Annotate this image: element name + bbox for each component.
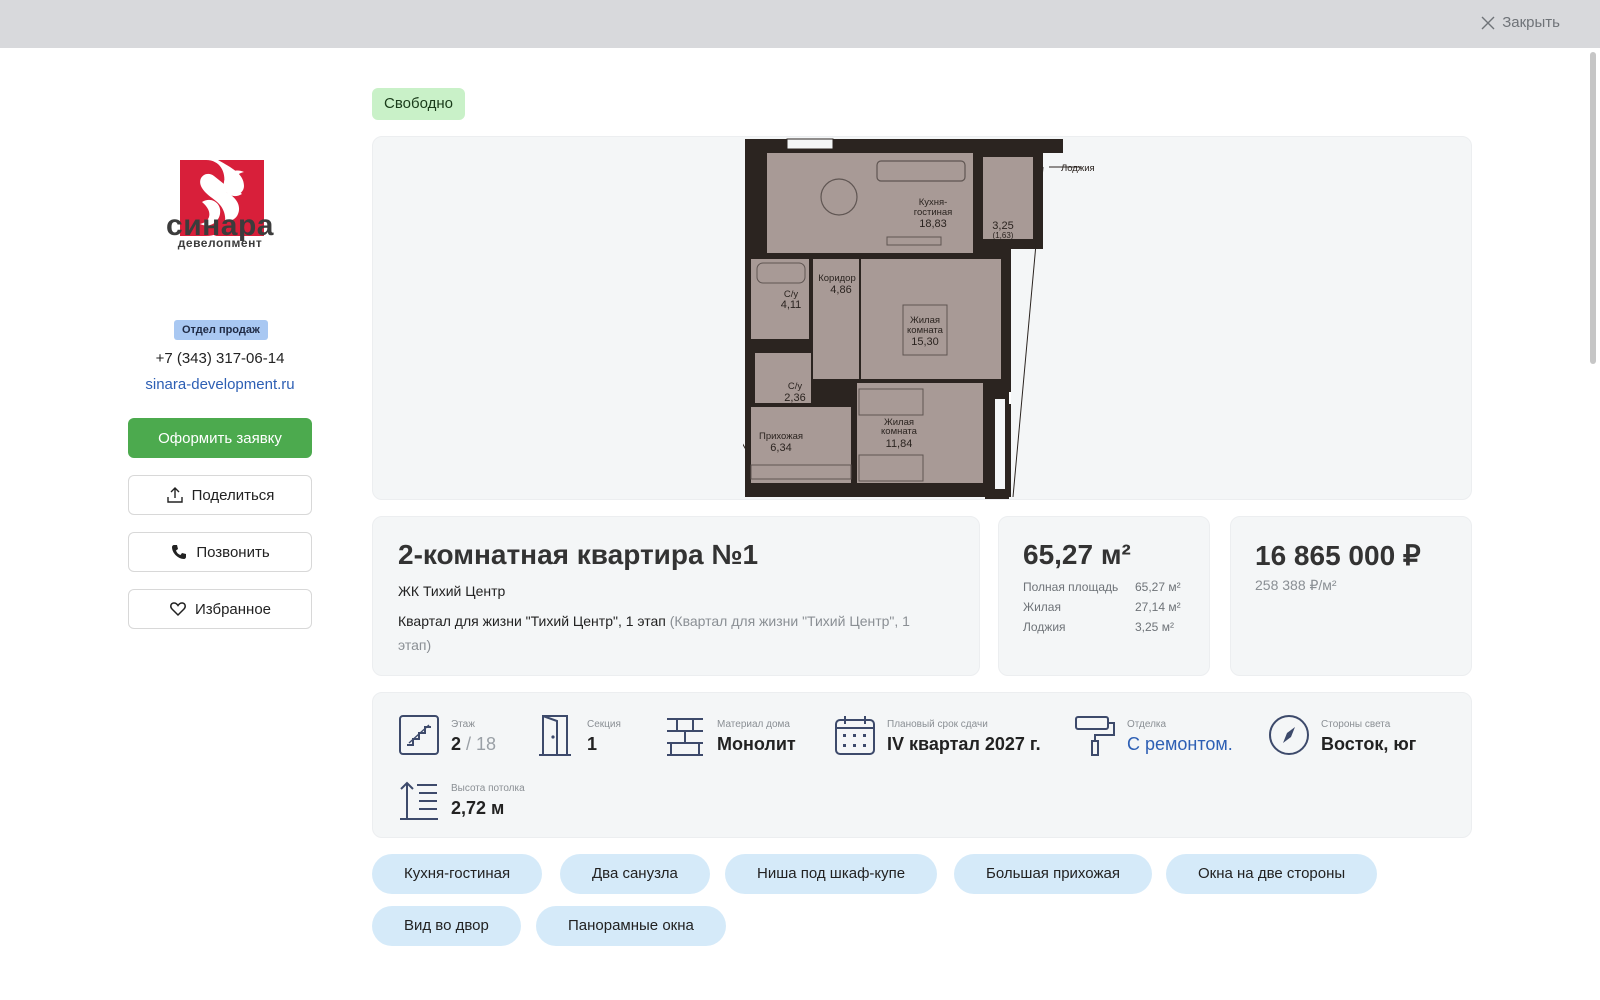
close-button[interactable]: Закрыть — [1480, 14, 1560, 31]
material-value: Монолит — [717, 734, 796, 754]
apply-button[interactable]: Оформить заявку — [128, 418, 312, 458]
price-card: 16 865 000 ₽ 258 388 ₽/м² — [1230, 516, 1472, 676]
compass-icon — [1269, 715, 1309, 755]
living2-room — [857, 383, 983, 483]
tag-panoramic-windows[interactable]: Панорамные окна — [536, 906, 726, 946]
param-section: Секция 1 — [533, 713, 621, 757]
calendar-icon — [835, 716, 875, 755]
plan-label-bath2: С/у — [788, 381, 803, 392]
total-area: 65,27 м² — [1023, 539, 1131, 570]
area-row: Лоджия 3,25 м² — [1023, 617, 1193, 637]
complex-name: ЖК Тихий Центр — [398, 583, 506, 599]
area-row-value: 27,14 м² — [1135, 600, 1181, 614]
floor-plan-drawing: Лоджия Кухня- гостиная 18,83 3,25 (1,63)… — [743, 138, 1095, 499]
material-label: Материал дома — [717, 719, 790, 730]
apartment-card: 2-комнатная квартира №1 ЖК Тихий Центр К… — [372, 516, 980, 676]
phone-icon — [172, 545, 187, 559]
area-row-value: 65,27 м² — [1135, 580, 1181, 594]
section-label: Секция — [587, 719, 621, 730]
plan-label-loggia-area2: (1,63) — [993, 231, 1014, 240]
section-value: 1 — [587, 734, 598, 754]
area-row: Полная площадь 65,27 м² — [1023, 577, 1193, 597]
plan-label-living2-area: 11,84 — [886, 438, 913, 450]
brand-subtitle: девелопмент — [177, 236, 263, 250]
heart-icon — [170, 602, 186, 617]
website-link[interactable]: sinara-development.ru — [128, 376, 312, 393]
tag-kitchen-living[interactable]: Кухня-гостиная — [372, 854, 543, 894]
plan-label-corridor-area: 4,86 — [830, 284, 851, 296]
floor-plan[interactable]: Лоджия Кухня- гостиная 18,83 3,25 (1,63)… — [372, 136, 1472, 500]
plan-label-bath1-area: 4,11 — [781, 299, 802, 311]
param-sides: Стороны света Восток, юг — [1267, 713, 1416, 757]
close-icon — [1481, 16, 1495, 29]
tag-two-bathrooms[interactable]: Два санузла — [560, 854, 710, 894]
call-button[interactable]: Позвонить — [128, 532, 312, 572]
param-material: Материал дома Монолит — [663, 713, 796, 757]
param-deadline: Плановый срок сдачи IV квартал 2027 г. — [833, 713, 1041, 757]
param-ceiling: Высота потолка 2,72 м — [397, 777, 525, 821]
scrollbar[interactable] — [1590, 52, 1596, 364]
hall-room — [751, 407, 851, 483]
apartment-description: Квартал для жизни "Тихий Центр", 1 этап … — [398, 609, 938, 657]
price-total: 16 865 000 ₽ — [1255, 540, 1421, 571]
area-row-key: Лоджия — [1023, 620, 1066, 634]
plan-label-corridor: Коридор — [818, 273, 856, 284]
plan-label-kitchen-area: 18,83 — [919, 218, 947, 230]
area-card: 65,27 м² Полная площадь 65,27 м² Жилая 27,… — [998, 516, 1210, 676]
deadline-value: IV квартал 2027 г. — [887, 734, 1041, 754]
door-icon — [539, 715, 571, 756]
share-button[interactable]: Поделиться — [128, 475, 312, 515]
phone-number[interactable]: +7 (343) 317-06-14 — [128, 350, 312, 367]
area-row-value: 3,25 м² — [1135, 620, 1174, 634]
plan-label-kitchen-2: гостиная — [914, 207, 953, 218]
top-bar: Закрыть — [0, 0, 1600, 48]
plan-label-living2-2: комната — [881, 426, 918, 437]
share-button-label: Поделиться — [191, 486, 275, 504]
plan-label-bath2-area: 2,36 — [784, 392, 805, 404]
apply-button-label: Оформить заявку — [158, 429, 282, 447]
favorite-button[interactable]: Избранное — [128, 589, 312, 629]
call-button-label: Позвонить — [196, 543, 270, 561]
floor-value: 2 — [451, 734, 462, 754]
sides-value: Восток, юг — [1321, 734, 1417, 754]
tag-two-sided-windows[interactable]: Окна на две стороны — [1166, 854, 1378, 894]
floor-label: Этаж — [451, 719, 475, 730]
area-breakdown: Полная площадь 65,27 м² Жилая 27,14 м² Лод… — [1023, 577, 1193, 637]
ceiling-label: Высота потолка — [451, 783, 525, 794]
favorite-button-label: Избранное — [194, 600, 272, 618]
area-row-key: Полная площадь — [1023, 580, 1119, 594]
brick-wall-icon — [667, 718, 703, 756]
close-label: Закрыть — [1502, 14, 1560, 31]
tag-wardrobe-niche[interactable]: Ниша под шкаф-купе — [725, 854, 938, 894]
plan-label-living1-2: комната — [907, 325, 944, 336]
tag-courtyard-view[interactable]: Вид во двор — [372, 906, 521, 946]
plan-label-living1-area: 15,30 — [911, 336, 939, 348]
area-row: Жилая 27,14 м² — [1023, 597, 1193, 617]
finish-label: Отделка — [1127, 719, 1167, 730]
param-finish: Отделка С ремонтом. — [1073, 713, 1233, 757]
stairs-icon — [399, 715, 439, 755]
paint-roller-icon — [1075, 716, 1115, 756]
ceiling-value: 2,72 м — [451, 798, 505, 818]
price-per-sqm: 258 388 ₽/м² — [1255, 577, 1337, 593]
status-badge: Свободно — [372, 88, 465, 120]
description-main: Квартал для жизни "Тихий Центр", 1 этап — [398, 613, 666, 629]
plan-label-hall: Прихожая — [759, 431, 803, 442]
parameters-card: Этаж 2 / 18 Секция 1 Материал дома Монолит … — [372, 692, 1472, 838]
finish-value-link[interactable]: С ремонтом. — [1127, 734, 1233, 755]
plan-label-hall-area: 6,34 — [770, 442, 791, 454]
floor-total: / 18 — [466, 734, 497, 754]
apartment-title: 2-комнатная квартира №1 — [398, 539, 759, 570]
deadline-label: Плановый срок сдачи — [887, 719, 988, 730]
plan-label-loggia: Лоджия — [1061, 163, 1095, 174]
param-floor: Этаж 2 / 18 — [397, 713, 496, 757]
tag-big-hall[interactable]: Большая прихожая — [954, 854, 1152, 894]
dept-badge: Отдел продаж — [174, 320, 268, 340]
area-row-key: Жилая — [1023, 600, 1061, 614]
share-icon — [166, 487, 183, 503]
sides-label: Стороны света — [1321, 719, 1391, 730]
ceiling-height-icon — [400, 781, 438, 820]
